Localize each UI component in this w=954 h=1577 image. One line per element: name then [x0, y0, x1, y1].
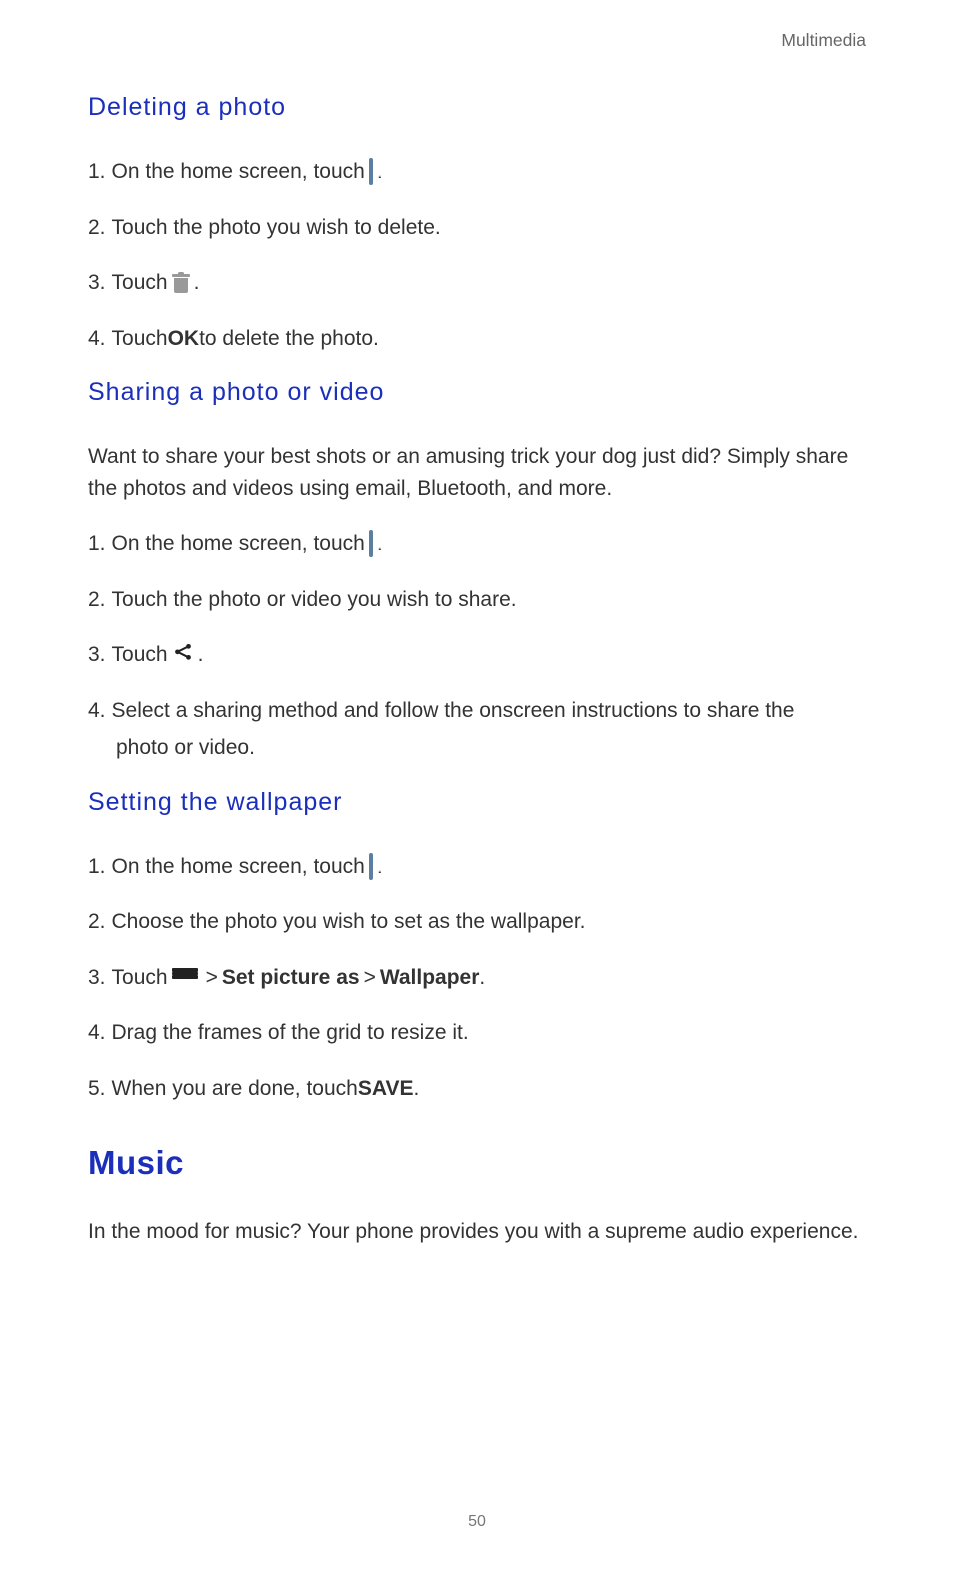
step-text: Touch	[112, 639, 168, 671]
manual-page: Multimedia Deleting a photo 1. On the ho…	[0, 0, 954, 1577]
step-text: Touch	[112, 267, 168, 299]
step-text: .	[377, 156, 383, 188]
heading-wallpaper: Setting the wallpaper	[88, 788, 866, 817]
share-step-2: 2. Touch the photo or video you wish to …	[88, 584, 866, 616]
share-step-3: 3. Touch .	[88, 639, 866, 671]
wallpaper-step-2: 2. Choose the photo you wish to set as t…	[88, 906, 866, 938]
step-text: On the home screen, touch	[112, 528, 365, 560]
music-intro: In the mood for music? Your phone provid…	[88, 1216, 866, 1248]
step-text: .	[198, 639, 204, 671]
wallpaper-step-3: 3. Touch > Set picture as > Wallpaper .	[88, 962, 866, 994]
step-number: 4.	[88, 323, 106, 355]
heading-deleting-photo: Deleting a photo	[88, 93, 866, 122]
step-number: 3.	[88, 962, 106, 994]
step-number: 1.	[88, 156, 106, 188]
step-text: On the home screen, touch	[112, 156, 365, 188]
gallery-icon	[369, 851, 373, 883]
step-number: 1.	[88, 851, 106, 883]
save-label: SAVE	[358, 1073, 414, 1105]
wallpaper-label: Wallpaper	[380, 962, 480, 994]
step-text: When you are done, touch	[112, 1073, 358, 1105]
share-step-1: 1. On the home screen, touch .	[88, 528, 866, 560]
step-text: Drag the frames of the grid to resize it…	[112, 1017, 469, 1049]
step-number: 1.	[88, 528, 106, 560]
separator: >	[206, 962, 218, 994]
delete-step-3: 3. Touch .	[88, 267, 866, 299]
step-number: 3.	[88, 639, 106, 671]
step-text: .	[479, 962, 485, 994]
step-text: On the home screen, touch	[112, 851, 365, 883]
wallpaper-step-1: 1. On the home screen, touch .	[88, 851, 866, 883]
step-text: Touch	[112, 323, 168, 355]
step-text: Touch the photo or video you wish to sha…	[112, 584, 517, 616]
share-step-4: 4. Select a sharing method and follow th…	[88, 695, 866, 764]
step-text: Select a sharing method and follow the o…	[112, 695, 795, 727]
menu-icon	[172, 968, 198, 986]
header-category: Multimedia	[88, 30, 866, 51]
step-number: 4.	[88, 695, 106, 727]
ok-label: OK	[168, 323, 200, 355]
step-number: 2.	[88, 584, 106, 616]
step-text: .	[377, 851, 383, 883]
separator: >	[364, 962, 376, 994]
delete-step-4: 4. Touch OK to delete the photo.	[88, 323, 866, 355]
sharing-intro: Want to share your best shots or an amus…	[88, 441, 866, 504]
trash-icon	[172, 273, 190, 293]
set-picture-as-label: Set picture as	[222, 962, 360, 994]
step-text-cont: photo or video.	[88, 732, 866, 764]
step-number: 2.	[88, 906, 106, 938]
heading-music: Music	[88, 1144, 866, 1182]
gallery-icon	[369, 528, 373, 560]
delete-step-2: 2. Touch the photo you wish to delete.	[88, 212, 866, 244]
wallpaper-step-5: 5. When you are done, touch SAVE .	[88, 1073, 866, 1105]
step-text: .	[194, 267, 200, 299]
step-number: 2.	[88, 212, 106, 244]
delete-step-1: 1. On the home screen, touch .	[88, 156, 866, 188]
step-text: .	[414, 1073, 420, 1105]
step-text: Touch the photo you wish to delete.	[112, 212, 441, 244]
gallery-icon	[369, 156, 373, 188]
heading-sharing: Sharing a photo or video	[88, 378, 866, 407]
share-icon	[172, 639, 194, 671]
step-text: to delete the photo.	[199, 323, 379, 355]
step-number: 4.	[88, 1017, 106, 1049]
step-text: Touch	[112, 962, 168, 994]
step-number: 5.	[88, 1073, 106, 1105]
wallpaper-step-4: 4. Drag the frames of the grid to resize…	[88, 1017, 866, 1049]
step-text: Choose the photo you wish to set as the …	[112, 906, 586, 938]
page-number: 50	[0, 1513, 954, 1531]
step-number: 3.	[88, 267, 106, 299]
step-text: .	[377, 528, 383, 560]
